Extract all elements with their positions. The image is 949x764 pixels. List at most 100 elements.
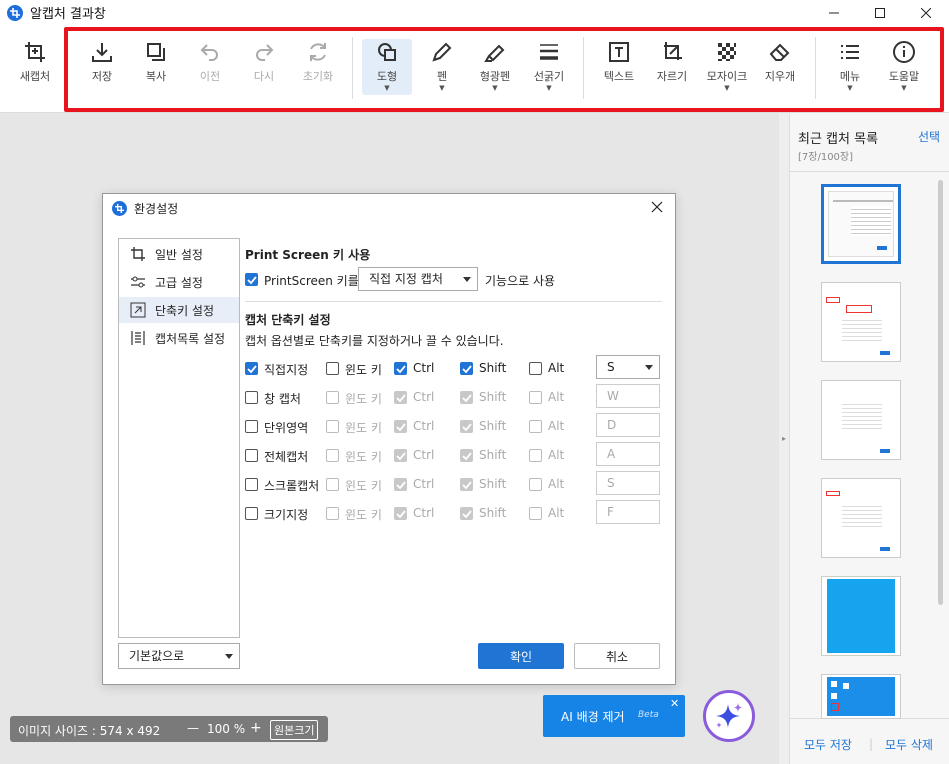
nav-general[interactable]: 일반 설정	[119, 241, 239, 267]
window-title: 알캡처 결과창	[30, 7, 106, 22]
shortcut-key-select[interactable]: S	[596, 355, 660, 379]
shift-key-checkbox[interactable]	[460, 449, 473, 462]
shape-tool-button[interactable]: 도형 ▼	[362, 39, 412, 95]
ctrl-key-checkbox[interactable]	[394, 391, 407, 404]
window-key-checkbox[interactable]	[326, 507, 339, 520]
shortcut-enable-checkbox[interactable]	[245, 478, 258, 491]
shortcut-enable-checkbox[interactable]	[245, 507, 258, 520]
save-all-link[interactable]: 모두 저장	[804, 736, 852, 753]
help-button[interactable]: 도움말 ▼	[878, 39, 930, 95]
shift-key-checkbox[interactable]	[460, 391, 473, 404]
nav-advanced[interactable]: 고급 설정	[119, 269, 239, 295]
save-label: 저장	[91, 70, 113, 83]
window-key-checkbox[interactable]	[326, 362, 339, 375]
nav-label: 단축키 설정	[155, 303, 215, 318]
redo-button[interactable]: 다시	[238, 39, 290, 95]
ctrl-key-label: Ctrl	[413, 506, 435, 520]
alt-key-checkbox[interactable]	[529, 420, 542, 433]
mosaic-tool-button[interactable]: 모자이크 ▼	[701, 39, 753, 95]
maximize-button[interactable]	[857, 0, 903, 25]
shortcut-key-select[interactable]: S	[596, 471, 660, 495]
window-key-checkbox[interactable]	[326, 449, 339, 462]
capture-thumbnail[interactable]	[821, 282, 901, 362]
close-icon[interactable]	[651, 201, 665, 215]
shortcut-row-label: 창 캡처	[264, 392, 301, 406]
window-key-checkbox[interactable]	[326, 420, 339, 433]
image-size: 이미지 사이즈 : 574 x 492	[18, 724, 161, 738]
window-key-checkbox[interactable]	[326, 391, 339, 404]
chevron-down-icon: ▼	[492, 84, 498, 92]
shortcut-enable-checkbox[interactable]	[245, 362, 258, 375]
shift-key-checkbox[interactable]	[460, 362, 473, 375]
sidebar-scrollbar[interactable]	[938, 180, 943, 605]
text-tool-button[interactable]: 텍스트	[593, 39, 645, 95]
ai-bg-removal-panel[interactable]: AI 배경 제거 Beta ✕	[543, 695, 685, 737]
copy-button[interactable]: 복사	[130, 39, 182, 95]
alt-key-checkbox[interactable]	[529, 507, 542, 520]
pen-tool-button[interactable]: 펜 ▼	[416, 39, 468, 95]
shortcut-enable-checkbox[interactable]	[245, 449, 258, 462]
shortcut-key-select[interactable]: A	[596, 442, 660, 466]
printscreen-function-select[interactable]: 직접 지정 캡처	[358, 267, 478, 291]
close-window-button[interactable]	[903, 0, 949, 25]
capture-thumbnail[interactable]	[821, 184, 901, 264]
zoom-in-button[interactable]: +	[250, 720, 262, 736]
zoom-out-button[interactable]: —	[187, 721, 199, 735]
new-capture-button[interactable]: 새캡처	[9, 39, 61, 95]
undo-button[interactable]: 이전	[184, 39, 236, 95]
alt-key-checkbox[interactable]	[529, 449, 542, 462]
zoom-level: 100 %	[207, 722, 246, 736]
ctrl-key-checkbox[interactable]	[394, 420, 407, 433]
nav-shortcuts[interactable]: 단축키 설정	[119, 297, 239, 323]
shift-key-checkbox[interactable]	[460, 478, 473, 491]
shift-key-checkbox[interactable]	[460, 420, 473, 433]
shortcut-enable-checkbox[interactable]	[245, 391, 258, 404]
sparkle-icon	[716, 703, 742, 728]
window-key-checkbox[interactable]	[326, 478, 339, 491]
menu-button[interactable]: 메뉴 ▼	[824, 39, 876, 95]
shortcut-key-value: S	[607, 476, 615, 490]
printscreen-checkbox[interactable]	[245, 273, 258, 286]
alt-key-label: Alt	[548, 390, 565, 404]
ok-button[interactable]: 확인	[478, 643, 564, 669]
ctrl-key-checkbox[interactable]	[394, 507, 407, 520]
defaults-label: 기본값으로	[129, 649, 185, 663]
nav-capture-list[interactable]: 캡처목록 설정	[119, 325, 239, 351]
ctrl-key-checkbox[interactable]	[394, 362, 407, 375]
ai-sparkle-button[interactable]	[703, 690, 755, 742]
alt-key-checkbox[interactable]	[529, 478, 542, 491]
chevron-down-icon	[463, 277, 471, 282]
capture-thumbnail[interactable]	[821, 674, 901, 719]
capture-thumbnail[interactable]	[821, 576, 901, 656]
save-button[interactable]: 저장	[76, 39, 128, 95]
shortcut-enable-checkbox[interactable]	[245, 420, 258, 433]
cancel-button[interactable]: 취소	[574, 643, 660, 669]
select-link[interactable]: 선택	[918, 128, 940, 145]
highlighter-tool-button[interactable]: 형광펜 ▼	[469, 39, 521, 95]
minimize-button[interactable]	[811, 0, 857, 25]
shift-key-checkbox[interactable]	[460, 507, 473, 520]
ctrl-key-checkbox[interactable]	[394, 478, 407, 491]
shortcut-key-select[interactable]: D	[596, 413, 660, 437]
alt-key-checkbox[interactable]	[529, 391, 542, 404]
defaults-dropdown[interactable]: 기본값으로	[118, 643, 240, 669]
eraser-tool-button[interactable]: 지우개	[754, 39, 806, 95]
reset-button[interactable]: 초기화	[292, 39, 344, 95]
capture-thumbnail[interactable]	[821, 380, 901, 460]
separator: |	[869, 737, 874, 751]
download-icon	[89, 39, 115, 65]
shortcut-key-select[interactable]: F	[596, 500, 660, 524]
copy-label: 복사	[145, 70, 167, 83]
alt-key-checkbox[interactable]	[529, 362, 542, 375]
original-size-button[interactable]: 원본크기	[270, 720, 319, 740]
sidebar-collapse-handle[interactable]: ▸	[779, 113, 789, 764]
line-width-button[interactable]: 선굵기 ▼	[523, 39, 575, 95]
ctrl-key-checkbox[interactable]	[394, 449, 407, 462]
crop-tool-button[interactable]: 자르기	[646, 39, 698, 95]
copy-icon	[143, 39, 169, 65]
delete-all-link[interactable]: 모두 삭제	[885, 736, 933, 753]
capture-thumbnail[interactable]	[821, 478, 901, 558]
close-icon[interactable]: ✕	[670, 697, 679, 710]
shortcut-key-select[interactable]: W	[596, 384, 660, 408]
nav-label: 고급 설정	[155, 275, 203, 290]
